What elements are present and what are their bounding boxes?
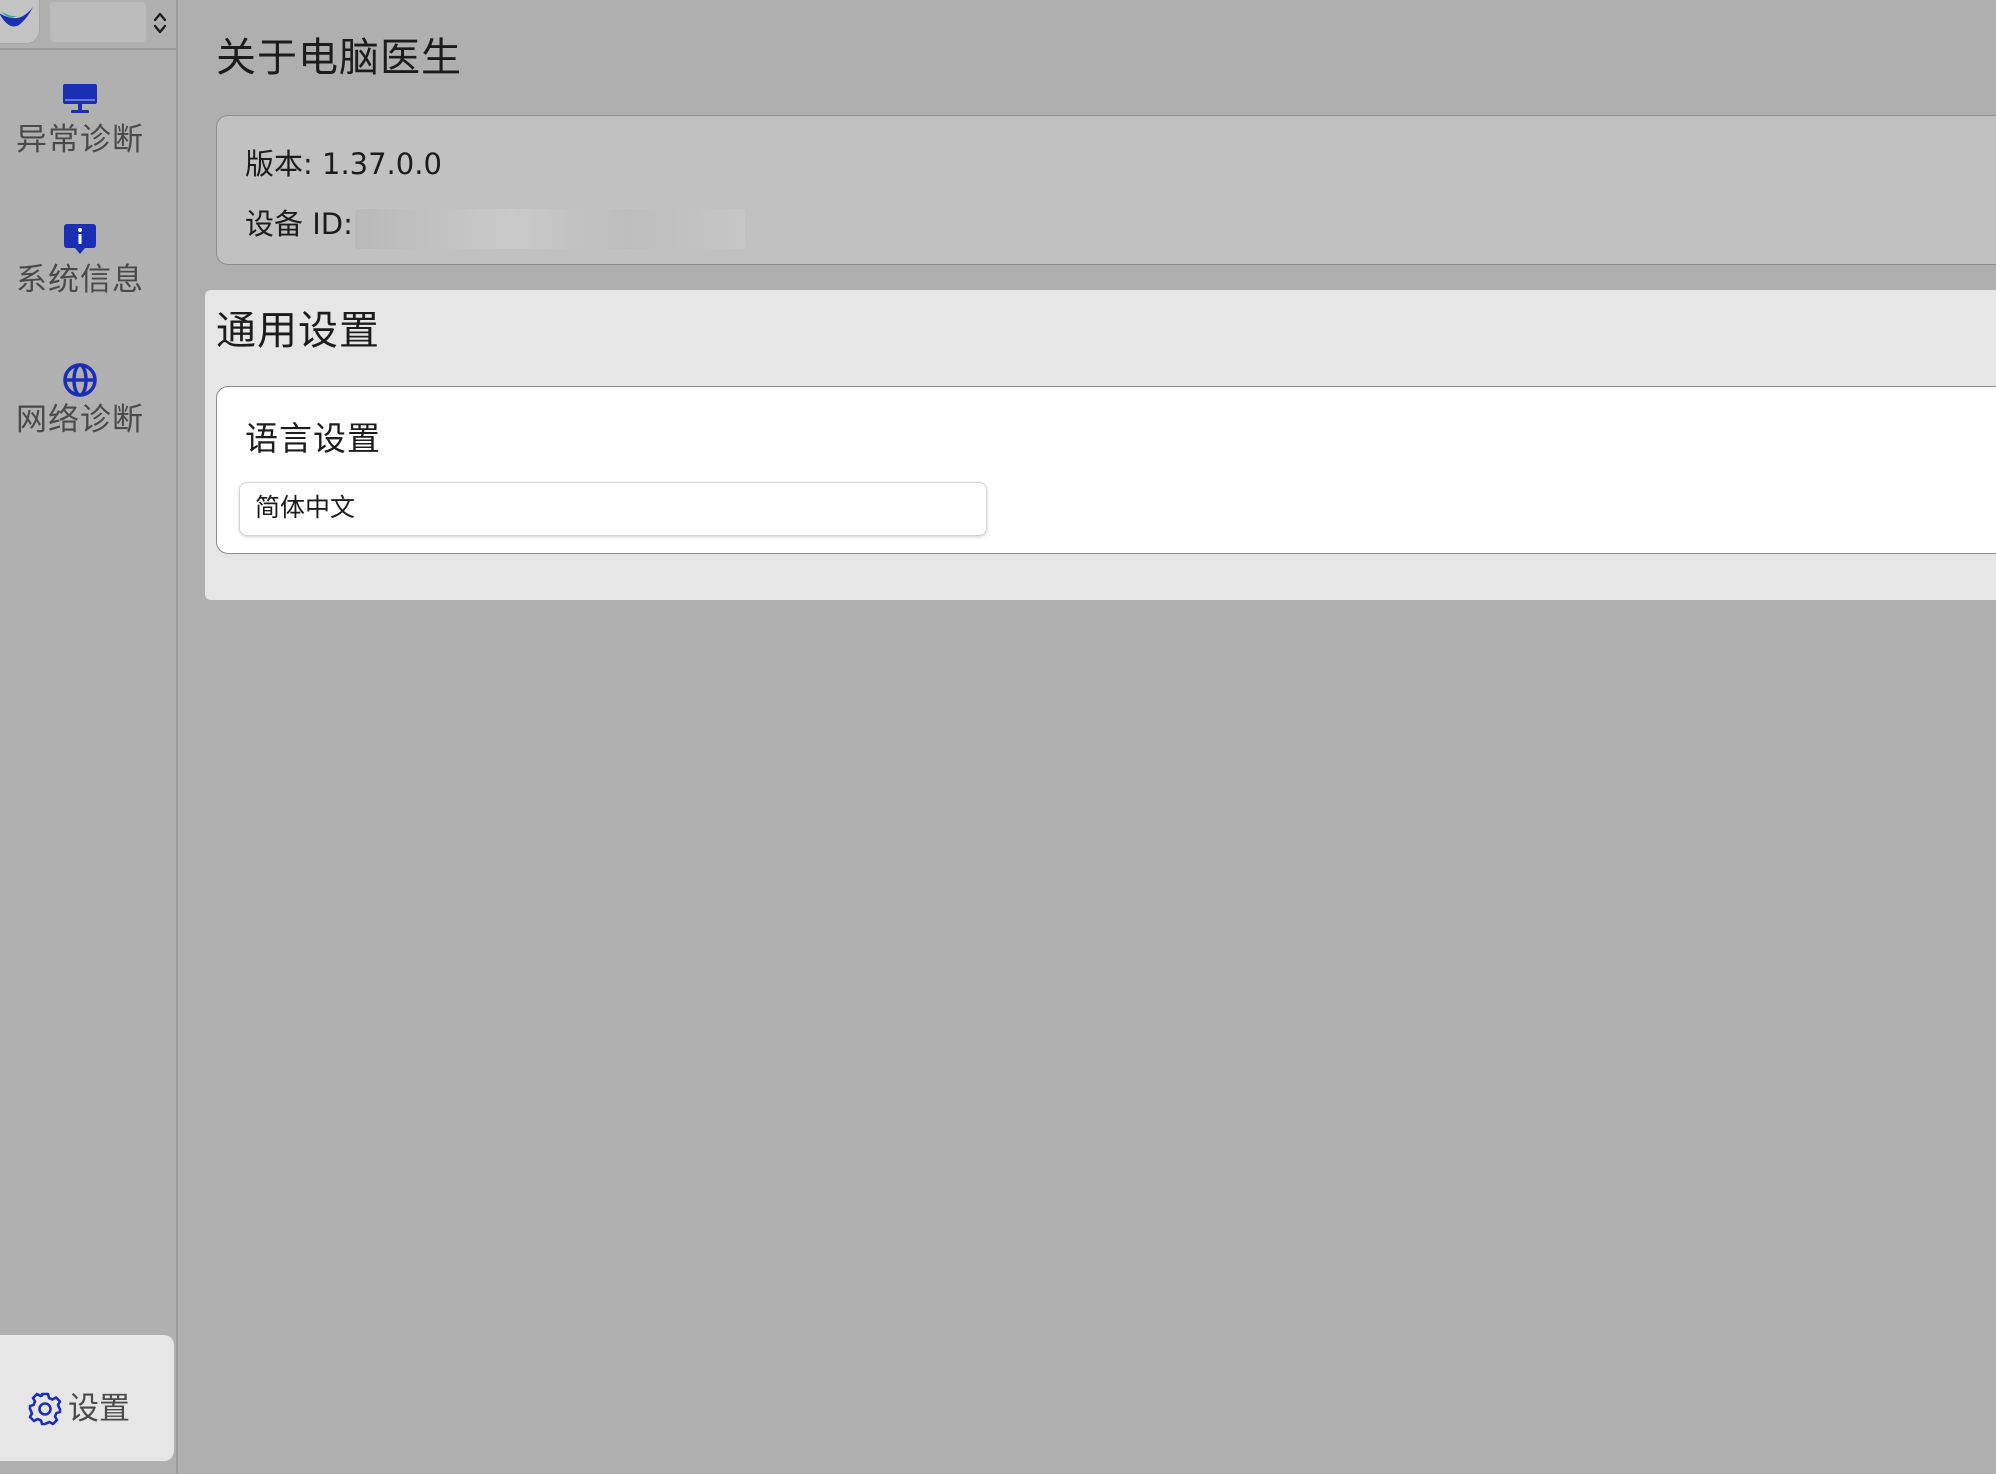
sidebar-item-settings[interactable]: 设置 — [0, 1335, 174, 1461]
sidebar-item-label: 系统信息 — [16, 262, 144, 298]
device-id-redacted — [355, 209, 745, 249]
page-title: 关于电脑医生 — [216, 35, 462, 81]
sidebar-item-label: 异常诊断 — [16, 122, 144, 158]
monitor-icon — [63, 84, 97, 113]
app-switcher[interactable] — [0, 0, 176, 50]
app-name-field — [50, 2, 146, 42]
language-settings-card: 语言设置 简体中文 — [216, 386, 1996, 554]
general-settings-panel: 通用设置 语言设置 简体中文 — [205, 290, 1996, 600]
settings-label: 设置 — [68, 1391, 130, 1427]
gear-icon — [28, 1392, 62, 1426]
sidebar-item-label: 网络诊断 — [16, 402, 144, 438]
language-settings-title: 语言设置 — [245, 419, 381, 458]
sidebar-item-system-info[interactable]: 系统信息 — [0, 222, 160, 332]
info-icon — [64, 224, 96, 254]
language-select[interactable]: 简体中文 — [239, 482, 987, 536]
sidebar: 异常诊断 系统信息 网络诊断 设置 — [0, 0, 178, 1474]
sidebar-item-network-diagnosis[interactable]: 网络诊断 — [0, 362, 160, 472]
sidebar-item-anomaly-diagnosis[interactable]: 异常诊断 — [0, 82, 160, 192]
section-title: 通用设置 — [216, 308, 380, 354]
version-text: 版本: 1.37.0.0 — [245, 147, 442, 181]
device-id-label: 设备 ID: — [245, 207, 353, 241]
about-card: 版本: 1.37.0.0 设备 ID: — [216, 115, 1996, 265]
globe-icon — [63, 363, 97, 397]
app-logo-icon — [0, 0, 40, 44]
app-window: 异常诊断 系统信息 网络诊断 设置 关于电脑医生 版本: 1.37.0.0 设备… — [0, 0, 1996, 1474]
up-down-chevron-icon[interactable] — [150, 8, 170, 38]
